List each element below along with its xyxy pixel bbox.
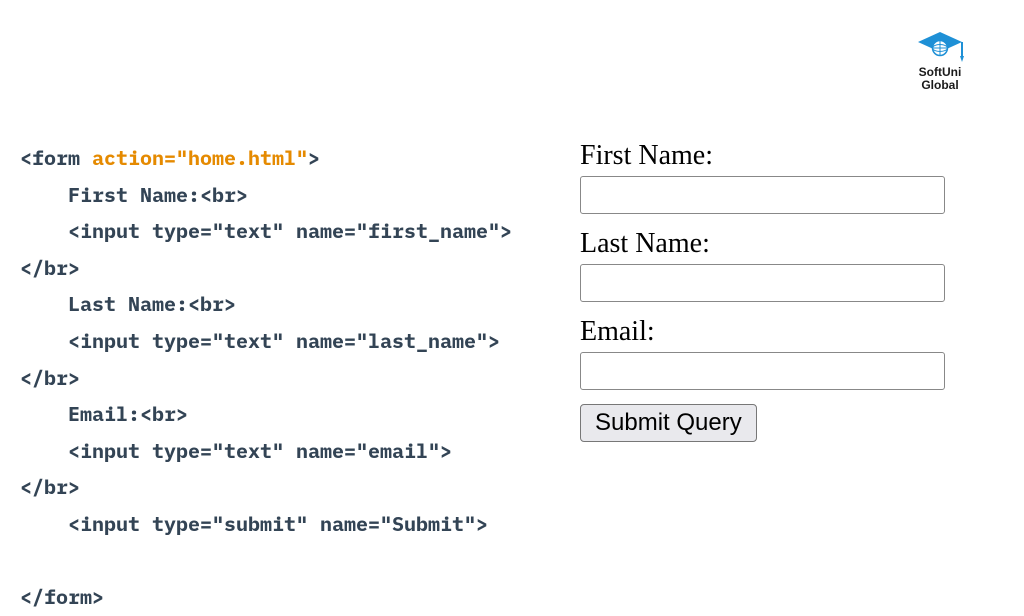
first-name-input[interactable] <box>580 176 945 214</box>
code-block: <form action="home.html"> First Name:<br… <box>20 140 565 616</box>
code-token: <form <box>20 144 92 171</box>
code-line: </br> <box>20 254 80 281</box>
graduation-cap-icon <box>916 30 964 64</box>
rendered-form: First Name: Last Name: Email: Submit Que… <box>565 140 984 616</box>
email-label: Email: <box>580 316 984 348</box>
logo-line-2: Global <box>919 79 962 92</box>
code-line: <input type="submit" name="Submit"> <box>20 510 488 537</box>
code-line: </br> <box>20 473 80 500</box>
logo: SoftUni Global <box>916 30 964 92</box>
code-line: </form> <box>20 583 104 610</box>
code-line: First Name:<br> <box>20 181 248 208</box>
submit-button[interactable]: Submit Query <box>580 404 757 442</box>
last-name-label: Last Name: <box>580 228 984 260</box>
last-name-input[interactable] <box>580 264 945 302</box>
code-line: </br> <box>20 364 80 391</box>
code-token: > <box>308 144 320 171</box>
logo-text: SoftUni Global <box>919 66 962 92</box>
code-line: <input type="text" name="email"> <box>20 437 452 464</box>
email-input[interactable] <box>580 352 945 390</box>
code-line: <input type="text" name="first_name"> <box>20 217 512 244</box>
code-line: <input type="text" name="last_name"> <box>20 327 500 354</box>
code-line: Last Name:<br> <box>20 290 236 317</box>
first-name-label: First Name: <box>580 140 984 172</box>
code-line: Email:<br> <box>20 400 188 427</box>
main-content: <form action="home.html"> First Name:<br… <box>20 140 984 616</box>
code-token-attr: action="home.html" <box>92 144 308 171</box>
